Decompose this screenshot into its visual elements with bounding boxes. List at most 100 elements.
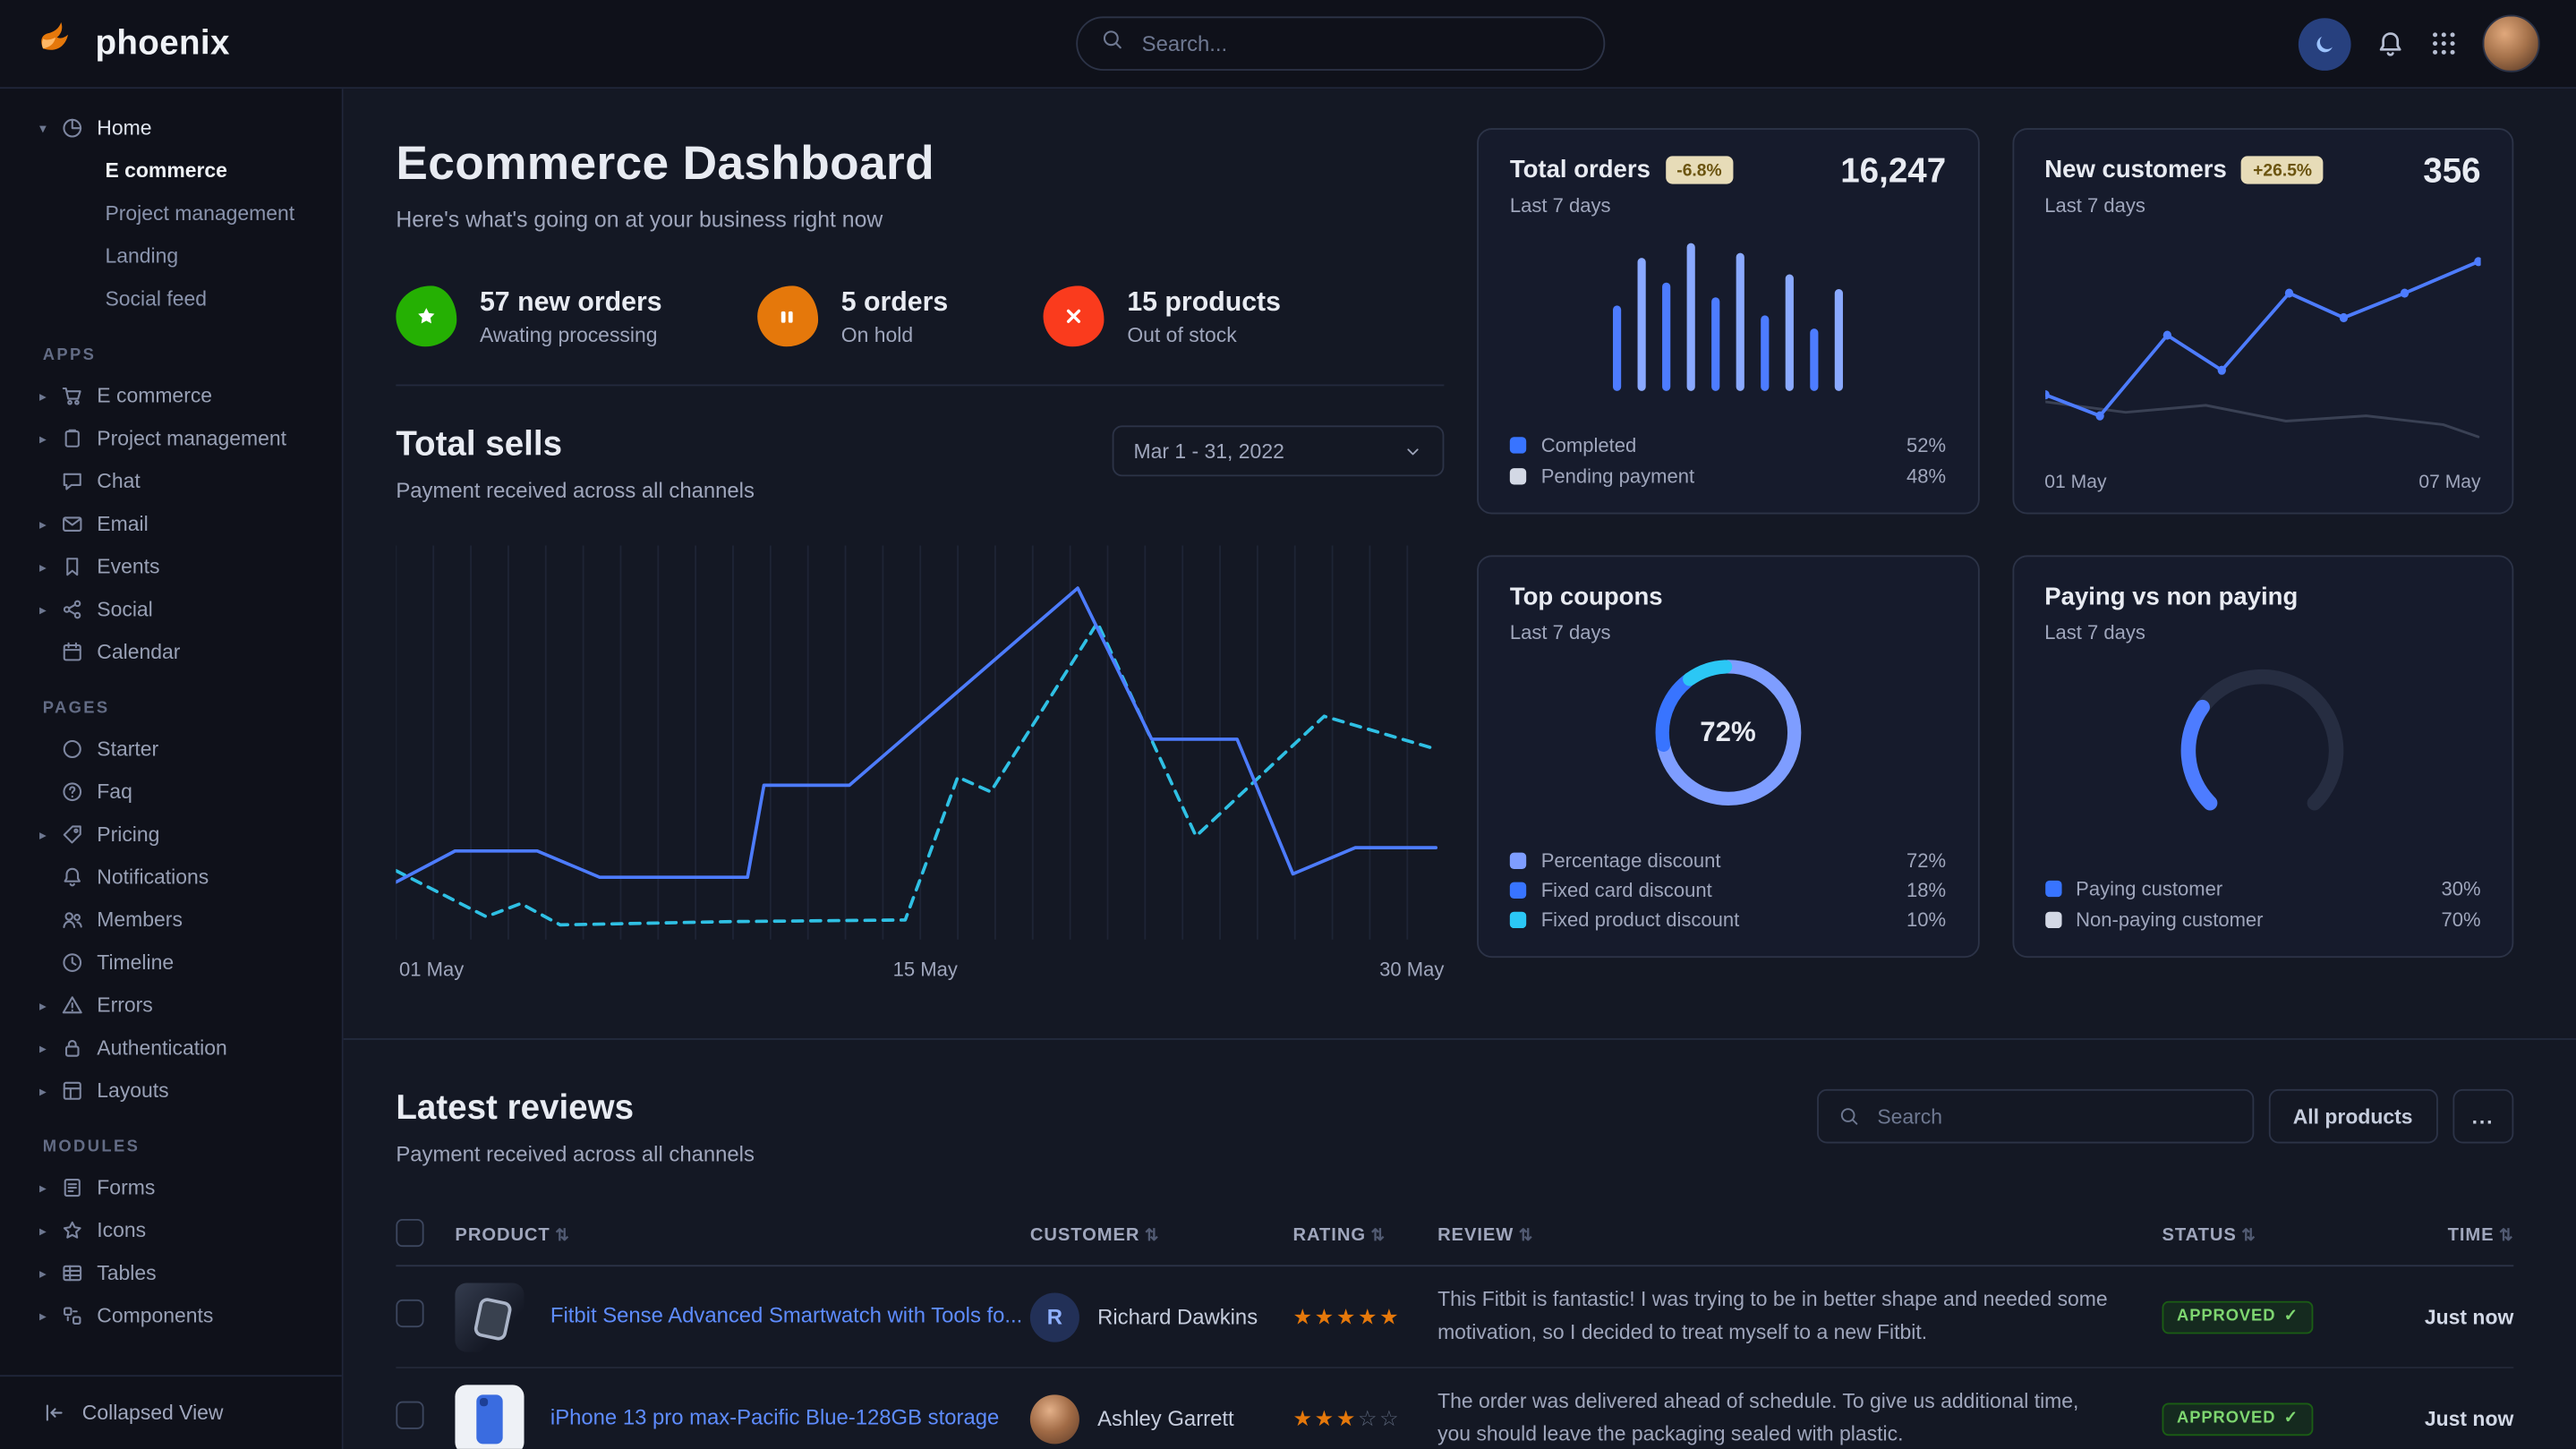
column-header-customer[interactable]: CUSTOMER⇅: [1030, 1225, 1293, 1245]
bar: [1686, 243, 1695, 391]
sidebar-item-authentication[interactable]: ▸Authentication: [0, 1027, 342, 1070]
product-thumbnail[interactable]: [455, 1283, 524, 1351]
sidebar-item-notifications[interactable]: Notifications: [0, 856, 342, 899]
sidebar-item-project-management[interactable]: ▸Project management: [0, 417, 342, 460]
sidebar-item-label: Authentication: [97, 1036, 226, 1060]
column-header-product[interactable]: PRODUCT⇅: [455, 1225, 1029, 1245]
sidebar-item-social-feed[interactable]: Social feed: [0, 277, 342, 320]
sidebar-item-components[interactable]: ▸Components: [0, 1294, 342, 1337]
sidebar: ▾HomeE commerceProject managementLanding…: [0, 89, 344, 1449]
customer-name: Richard Dawkins: [1097, 1304, 1258, 1329]
notifications-button[interactable]: [2376, 29, 2405, 58]
column-header-time[interactable]: TIME⇅: [2376, 1225, 2513, 1245]
brand-name: phoenix: [95, 24, 229, 64]
sidebar-item-home[interactable]: ▾Home: [0, 107, 342, 149]
collapse-icon: [43, 1402, 66, 1425]
brand[interactable]: phoenix: [36, 17, 229, 70]
column-header-status[interactable]: STATUS⇅: [2162, 1225, 2376, 1245]
sidebar-item-e-commerce[interactable]: E commerce: [0, 149, 342, 192]
sidebar-item-label: E commerce: [97, 385, 212, 408]
sidebar-item-landing[interactable]: Landing: [0, 234, 342, 277]
column-header-rating[interactable]: RATING⇅: [1293, 1225, 1438, 1245]
sidebar-item-faq[interactable]: Faq: [0, 771, 342, 814]
caret-icon: ▸: [39, 515, 61, 533]
global-search-input[interactable]: [1139, 30, 1581, 57]
page-subtitle: Here's what's going on at your business …: [396, 207, 1444, 232]
total-orders-card: Total orders -6.8% Last 7 days 16,247 Co…: [1477, 128, 1979, 514]
total-sells-subtitle: Payment received across all channels: [396, 478, 755, 503]
legend-swatch: [1510, 882, 1526, 899]
product-thumbnail[interactable]: [455, 1384, 524, 1449]
legend-non-paying-customer: Non-paying customer70%: [2044, 904, 2480, 935]
total-sells-chart: 01 May 15 May 30 May: [396, 545, 1444, 940]
review-text: This Fitbit is fantastic! I was trying t…: [1437, 1268, 2162, 1365]
sidebar-item-label: Icons: [97, 1219, 146, 1242]
phoenix-logo-icon: [36, 17, 81, 70]
product-link[interactable]: iPhone 13 pro max-Pacific Blue-128GB sto…: [550, 1403, 999, 1433]
sort-icon: ⇅: [1370, 1227, 1385, 1245]
theme-toggle-button[interactable]: [2299, 17, 2351, 70]
sidebar-item-e-commerce[interactable]: ▸E commerce: [0, 374, 342, 417]
sidebar-item-events[interactable]: ▸Events: [0, 545, 342, 588]
sidebar-item-chat[interactable]: Chat: [0, 460, 342, 503]
sidebar-item-errors[interactable]: ▸Errors: [0, 984, 342, 1027]
sidebar-item-project-management[interactable]: Project management: [0, 192, 342, 235]
sidebar-item-forms[interactable]: ▸Forms: [0, 1166, 342, 1209]
reviews-search[interactable]: [1816, 1089, 2253, 1144]
product-link[interactable]: Fitbit Sense Advanced Smartwatch with To…: [550, 1301, 1022, 1331]
check-icon: ✓: [2284, 1308, 2299, 1326]
sort-icon: ⇅: [2241, 1227, 2256, 1245]
caret-icon: ▸: [39, 1179, 61, 1197]
apps-menu-button[interactable]: [2430, 30, 2458, 57]
more-options-button[interactable]: ...: [2452, 1089, 2514, 1144]
date-range-select[interactable]: Mar 1 - 31, 2022: [1113, 425, 1445, 476]
date-range-value: Mar 1 - 31, 2022: [1133, 439, 1284, 463]
column-header-review[interactable]: REVIEW⇅: [1437, 1225, 2162, 1245]
reviews-search-input[interactable]: [1874, 1104, 2232, 1129]
sidebar-item-email[interactable]: ▸Email: [0, 503, 342, 546]
collapsed-view-toggle[interactable]: Collapsed View: [0, 1375, 342, 1449]
sidebar-item-label: Timeline: [97, 951, 174, 975]
sort-icon: ⇅: [1519, 1227, 1533, 1245]
user-avatar[interactable]: [2482, 15, 2539, 72]
caret-icon: ▸: [39, 996, 61, 1014]
reviews-table: PRODUCT⇅ CUSTOMER⇅ RATING⇅ REVIEW⇅ STATU…: [396, 1206, 2513, 1449]
sidebar-item-pricing[interactable]: ▸Pricing: [0, 814, 342, 857]
legend-label: Completed: [1541, 433, 1637, 456]
card-title: Total orders: [1510, 156, 1651, 183]
question-icon: [61, 780, 97, 804]
paying-gauge-chart: [2139, 659, 2385, 814]
sidebar-item-social[interactable]: ▸Social: [0, 588, 342, 631]
caret-icon: ▸: [39, 1307, 61, 1325]
sidebar-item-icons[interactable]: ▸Icons: [0, 1209, 342, 1252]
bell-icon: [61, 865, 97, 889]
sidebar-item-layouts[interactable]: ▸Layouts: [0, 1070, 342, 1112]
sidebar-item-starter[interactable]: Starter: [0, 728, 342, 771]
sidebar-item-members[interactable]: Members: [0, 899, 342, 942]
sidebar-item-label: Starter: [97, 737, 158, 761]
global-search[interactable]: [1076, 16, 1605, 71]
sidebar-item-calendar[interactable]: Calendar: [0, 631, 342, 674]
reviews-controls: All products ...: [1816, 1089, 2513, 1144]
sidebar-item-tables[interactable]: ▸Tables: [0, 1252, 342, 1295]
legend-value: 52%: [1906, 433, 1946, 456]
collapsed-view-label: Collapsed View: [82, 1402, 224, 1425]
total-sells-title: Total sells: [396, 425, 755, 465]
row-checkbox[interactable]: [396, 1299, 423, 1326]
all-products-button[interactable]: All products: [2268, 1089, 2437, 1144]
sidebar-item-label: Events: [97, 555, 159, 578]
legend-swatch: [1510, 853, 1526, 869]
select-all-checkbox[interactable]: [396, 1219, 423, 1247]
row-checkbox[interactable]: [396, 1401, 423, 1428]
sidebar-item-timeline[interactable]: Timeline: [0, 942, 342, 984]
star-icon: ★: [1293, 1303, 1315, 1328]
order-stats: 57 new ordersAwating processing5 ordersO…: [396, 286, 1444, 386]
sidebar-item-label: Notifications: [97, 865, 209, 889]
sort-icon: ⇅: [2499, 1227, 2513, 1245]
card-title: Top coupons: [1510, 584, 1663, 611]
top-coupons-donut-chart: 72%: [1648, 652, 1809, 814]
bar: [1613, 305, 1622, 391]
topnav: phoenix: [0, 0, 2576, 89]
app-viewport: phoenix ▾HomeE commerceProject managemen…: [0, 0, 2576, 1449]
caret-icon: ▸: [39, 430, 61, 447]
